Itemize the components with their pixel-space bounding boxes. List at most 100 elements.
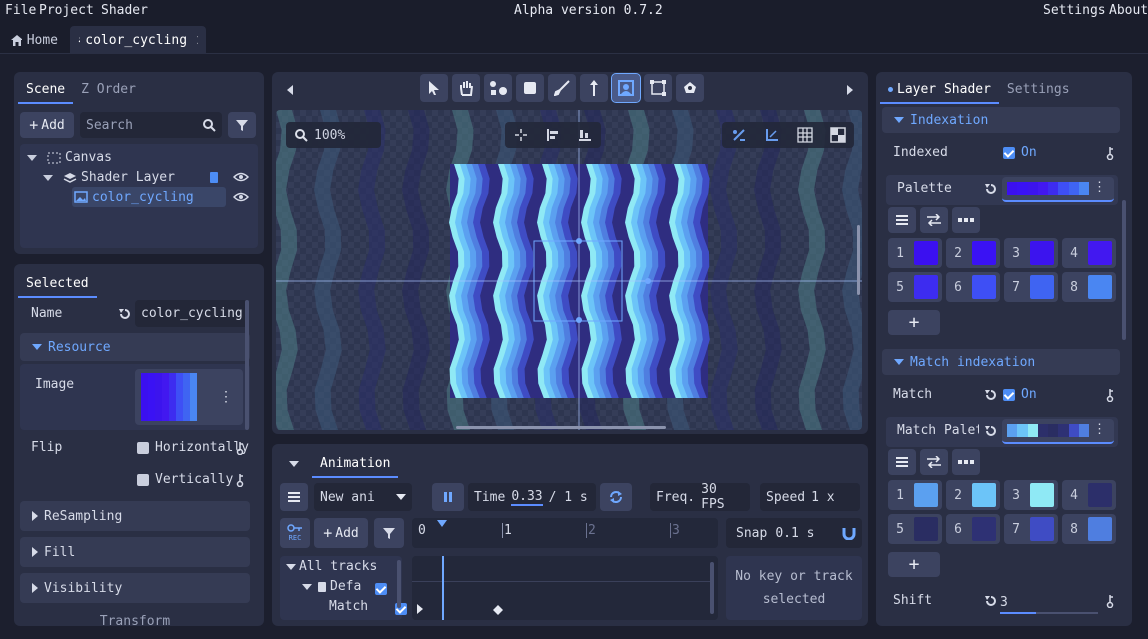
play-track-icon[interactable] [416,604,424,614]
match-swatch-5[interactable]: 5 [888,514,942,544]
track-list-scrollbar[interactable] [397,560,401,608]
magnet-icon[interactable] [842,526,856,540]
pin-tool-button[interactable] [580,74,608,102]
resource-section-header[interactable]: Resource [20,333,250,361]
select-tool-button[interactable] [420,74,448,102]
zoom-field[interactable]: 100% [286,122,381,148]
menu-about[interactable]: About [1109,3,1148,18]
tree-item-color-cycling[interactable]: color_cycling [72,187,226,207]
keyframe-scrollbar[interactable] [710,562,714,614]
palette-swap-button[interactable] [920,207,948,233]
collapse-animation-icon[interactable] [289,461,299,467]
match-swap-button[interactable] [920,449,948,475]
match-swatch-7[interactable]: 7 [1004,514,1058,544]
checkbox-icon[interactable] [137,441,149,454]
track-default[interactable]: Defa [302,579,361,594]
fill-section-header[interactable]: Fill [20,537,250,567]
key-icon[interactable] [235,473,245,487]
rectangle-tool-button[interactable] [516,74,544,102]
checkbox-icon[interactable] [1003,146,1015,159]
palette-swatch-2[interactable]: 2 [946,238,1000,268]
palette-layout-button[interactable] [952,207,980,233]
key-icon[interactable] [1105,594,1115,608]
frame-tool-button[interactable] [611,73,641,103]
expand-arrow-icon[interactable] [302,583,312,590]
palette-swatch-5[interactable]: 5 [888,272,942,302]
menu-file[interactable]: File [5,3,36,18]
reset-icon[interactable] [118,307,132,321]
add-node-button[interactable]: + Add [20,112,74,138]
pause-button[interactable] [432,483,464,511]
palette-swatch-1[interactable]: 1 [888,238,942,268]
key-icon[interactable] [1105,388,1115,402]
reset-icon[interactable] [984,182,998,196]
track-filter-button[interactable] [374,518,404,548]
checkbox-icon[interactable] [1003,388,1015,401]
menu-project[interactable]: Project [39,3,94,18]
grid-icon[interactable] [796,127,813,143]
tab-layer-shader[interactable]: Layer Shader [880,76,999,104]
tab-home[interactable]: Home [2,26,66,54]
match-layout-button[interactable] [952,449,980,475]
reset-icon[interactable] [984,388,998,402]
tab-scene[interactable]: Scene [18,76,74,104]
snap-field[interactable]: Snap 0.1 s [726,518,862,548]
loop-button[interactable] [600,483,632,511]
match-palette-picker[interactable]: ⋮ [1002,419,1114,444]
time-field[interactable]: Time 0.33 / 1 s [468,483,596,511]
palette-swatch-8[interactable]: 8 [1062,272,1116,302]
indexation-section-header[interactable]: Indexation [882,107,1120,133]
tab-animation[interactable]: Animation [312,450,399,478]
center-icon[interactable] [514,128,528,142]
shift-slider-track[interactable] [1000,612,1098,614]
transparency-icon[interactable] [829,127,846,143]
speed-field[interactable]: Speed 1 x [760,483,860,511]
palette-swatch-7[interactable]: 7 [1004,272,1058,302]
tab-color-cycling[interactable]: color_cycling [70,26,206,54]
timeline-ruler[interactable]: 0 1 2 3 [412,518,718,548]
script-icon[interactable] [208,170,220,184]
close-icon[interactable] [196,34,198,46]
add-match-color-button[interactable]: + [888,552,940,577]
tree-item-shader-layer[interactable]: Shader Layer [43,170,175,185]
name-field[interactable]: color_cycling [135,300,249,327]
keyframe-icon[interactable] [492,604,504,616]
palette-swatch-4[interactable]: 4 [1062,238,1116,268]
match-swatch-6[interactable]: 6 [946,514,1000,544]
menu-shader[interactable]: Shader [101,3,148,18]
brush-tool-button[interactable] [548,74,576,102]
crop-tool-button[interactable] [644,74,672,102]
more-icon[interactable]: ⋮ [1093,180,1106,195]
match-list-button[interactable] [888,449,916,475]
tab-shader-settings[interactable]: Settings [999,76,1078,104]
match-swatch-8[interactable]: 8 [1062,514,1116,544]
record-button[interactable]: REC [280,518,310,548]
checkbox-icon[interactable] [137,473,149,486]
transform-section-header[interactable]: Transform [20,609,250,626]
track-match-label[interactable]: Match [329,599,368,614]
reset-icon[interactable] [984,424,998,438]
palette-swatch-6[interactable]: 6 [946,272,1000,302]
selected-scrollbar[interactable] [245,300,249,430]
more-icon[interactable]: ⋮ [1093,422,1106,437]
sprite-tool-button[interactable] [676,74,704,102]
key-icon[interactable] [1105,146,1115,160]
visibility-icon[interactable] [233,191,249,203]
flip-horizontal-checkbox[interactable]: Horizontally [137,440,249,455]
expand-arrow-icon[interactable] [43,174,53,181]
ruler-icon[interactable] [764,127,780,143]
align-left-icon[interactable] [546,128,560,142]
add-track-button[interactable]: + Add [314,518,368,548]
frequency-field[interactable]: Freq. 30 FPS [650,482,750,512]
expand-arrow-icon[interactable] [27,154,37,161]
scroll-left-icon[interactable] [286,85,294,95]
image-resource-picker[interactable]: ⋮ [135,369,243,425]
resampling-section-header[interactable]: ReSampling [20,501,250,531]
scene-search-input[interactable]: Search [80,112,222,138]
visibility-section-header[interactable]: Visibility [20,573,250,603]
match-checkbox[interactable]: On [1003,387,1037,402]
match-section-header[interactable]: Match indexation [882,349,1120,375]
track-default-checkbox[interactable] [375,582,387,595]
match-swatch-3[interactable]: 3 [1004,480,1058,510]
palette-list-button[interactable] [888,207,916,233]
